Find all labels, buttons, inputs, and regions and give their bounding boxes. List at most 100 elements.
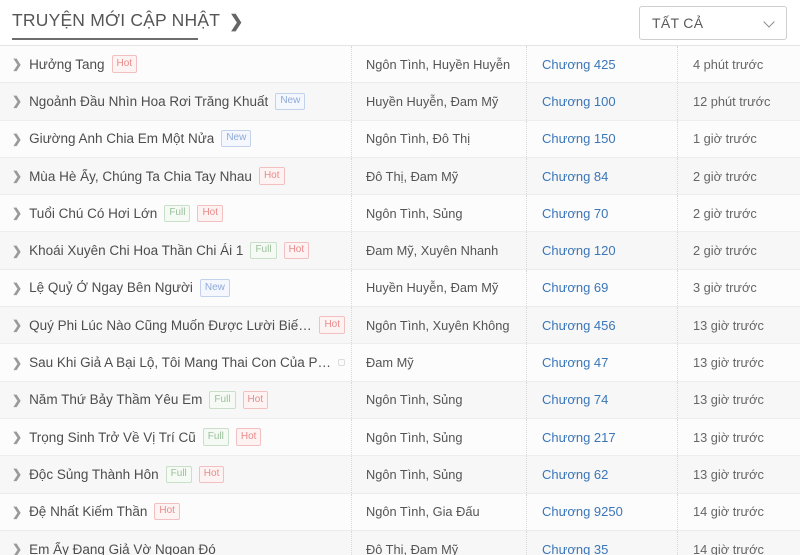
chevron-right-icon: ❯ — [12, 542, 23, 555]
badge-full: Full — [209, 391, 236, 409]
cell-genre: Ngôn Tình, Gia Đấu — [352, 493, 527, 530]
chevron-right-icon: ❯ — [12, 430, 23, 445]
badge-hot: Hot — [111, 55, 138, 73]
table-row[interactable]: ❯ Hưởng Tang Hot Ngôn Tình, Huyền Huyễn Chươ… — [0, 46, 800, 84]
table-row[interactable]: ❯ Em Ấy Đang Giả Vờ Ngoan Đó Đô Thị, Đam M… — [0, 530, 800, 555]
novel-title-link[interactable]: Giường Anh Chia Em Một Nửa — [29, 131, 214, 146]
page-title: TRUYỆN MỚI CẬP NHẬT — [12, 10, 221, 30]
section-header-left[interactable]: TRUYỆN MỚI CẬP NHẬT ❯ — [12, 10, 243, 35]
table-row[interactable]: ❯ Đệ Nhất Kiếm Thần Hot Ngôn Tình, Gia Đấu C… — [0, 493, 800, 531]
cell-chapter: Chương 217 — [527, 418, 678, 456]
badge-full: Full — [165, 465, 192, 484]
chapter-link[interactable]: Chương 425 — [542, 57, 616, 72]
genre-text[interactable]: Đô Thị, Đam Mỹ — [366, 169, 458, 184]
novel-title-link[interactable]: Em Ấy Đang Giả Vờ Ngoan Đó — [29, 542, 216, 555]
chapter-link[interactable]: Chương 120 — [542, 243, 616, 258]
cell-genre: Ngôn Tình, Sủng — [352, 456, 527, 493]
chapter-link[interactable]: Chương 70 — [542, 206, 608, 221]
cell-time: 13 giờ trước — [678, 307, 800, 343]
table-row[interactable]: ❯ Quý Phi Lúc Nào Cũng Muốn Được Lười Biế… — [0, 307, 800, 345]
novel-title-link[interactable]: Quý Phi Lúc Nào Cũng Muốn Được Lười Biến… — [29, 318, 312, 333]
novel-title-link[interactable]: Tuổi Chú Có Hơi Lớn — [29, 206, 157, 221]
chapter-link[interactable]: Chương 35 — [542, 542, 608, 555]
updated-time: 13 giờ trước — [693, 355, 764, 371]
cell-genre: Đam Mỹ — [352, 344, 527, 381]
table-row[interactable]: ❯ Sau Khi Giả A Bại Lộ, Tôi Mang Thai Con… — [0, 344, 800, 382]
chapter-link[interactable]: Chương 84 — [542, 169, 608, 184]
genre-text[interactable]: Đam Mỹ, Xuyên Nhanh — [366, 243, 498, 258]
novel-title-link[interactable]: Độc Sủng Thành Hôn — [29, 467, 159, 482]
badge-new: New — [199, 279, 230, 297]
badge-full: Full — [250, 241, 277, 260]
badge-new: New — [221, 129, 252, 148]
genre-text[interactable]: Huyền Huyễn, Đam Mỹ — [366, 94, 498, 109]
novel-title-link[interactable]: Mùa Hè Ấy, Chúng Ta Chia Tay Nhau — [29, 169, 252, 184]
novel-title-link[interactable]: Đệ Nhất Kiếm Thần — [29, 504, 147, 519]
cell-genre: Ngôn Tình, Sủng — [352, 195, 527, 232]
filter-dropdown[interactable]: TẤT CẢ — [639, 5, 787, 40]
chapter-link[interactable]: Chương 62 — [542, 467, 608, 482]
table-row[interactable]: ❯ Độc Sủng Thành Hôn Full Hot Ngôn Tình, Sủn… — [0, 456, 800, 494]
cell-genre: Đô Thị, Đam Mỹ — [352, 157, 527, 195]
genre-text[interactable]: Ngôn Tình, Gia Đấu — [366, 504, 480, 519]
updated-time: 12 phút trước — [693, 93, 771, 109]
chevron-right-icon: ❯ — [12, 94, 23, 109]
table-row[interactable]: ❯ Ngoảnh Đầu Nhìn Hoa Rơi Trăng Khuất New H… — [0, 83, 800, 121]
table-row[interactable]: ❯ Mùa Hè Ấy, Chúng Ta Chia Tay Nhau Hot Đô … — [0, 157, 800, 196]
chevron-right-icon[interactable]: ❯ — [229, 13, 243, 30]
chapter-link[interactable]: Chương 74 — [542, 392, 608, 407]
cell-time: 14 giờ trước — [678, 531, 800, 555]
genre-text[interactable]: Ngôn Tình, Huyền Huyễn — [366, 57, 510, 72]
table-row[interactable]: ❯ Trọng Sinh Trở Về Vị Trí Cũ Full Hot Ngôn … — [0, 418, 800, 457]
genre-text[interactable]: Ngôn Tình, Sủng — [366, 206, 463, 221]
cell-genre: Huyền Huyễn, Đam Mỹ — [352, 83, 527, 120]
cell-genre: Đô Thị, Đam Mỹ — [352, 530, 527, 555]
cell-time: 12 phút trước — [678, 83, 800, 119]
updates-table: ❯ Hưởng Tang Hot Ngôn Tình, Huyền Huyễn Chươ… — [0, 45, 800, 555]
chapter-link[interactable]: Chương 456 — [542, 318, 616, 333]
cell-chapter: Chương 120 — [527, 232, 678, 269]
novel-title-link[interactable]: Sau Khi Giả A Bại Lộ, Tôi Mang Thai Con … — [29, 355, 331, 370]
chevron-right-icon: ❯ — [12, 467, 23, 482]
cell-chapter: Chương 35 — [527, 530, 678, 555]
genre-text[interactable]: Ngôn Tình, Sủng — [366, 430, 463, 445]
table-row[interactable]: ❯ Giường Anh Chia Em Một Nửa New Ngôn Tình,… — [0, 120, 800, 158]
updated-time: 14 giờ trước — [693, 541, 764, 555]
novel-title-link[interactable]: Trọng Sinh Trở Về Vị Trí Cũ — [29, 430, 196, 445]
genre-text[interactable]: Huyền Huyễn, Đam Mỹ — [366, 280, 498, 295]
chapter-link[interactable]: Chương 100 — [542, 94, 616, 109]
genre-text[interactable]: Ngôn Tình, Đô Thị — [366, 131, 470, 146]
chapter-link[interactable]: Chương 9250 — [542, 504, 623, 519]
cell-chapter: Chương 9250 — [527, 493, 678, 530]
cell-time: 1 giờ trước — [678, 121, 800, 157]
chevron-right-icon: ❯ — [12, 355, 23, 370]
cell-time: 13 giờ trước — [678, 344, 800, 380]
cell-genre: Ngôn Tình, Huyền Huyễn — [352, 46, 527, 83]
table-row[interactable]: ❯ Khoái Xuyên Chi Hoa Thần Chi Ái 1 Full Ho… — [0, 232, 800, 270]
cell-time: 13 giờ trước — [678, 419, 800, 455]
genre-text[interactable]: Ngôn Tình, Xuyên Không — [366, 318, 509, 333]
genre-text[interactable]: Ngôn Tình, Sủng — [366, 467, 463, 482]
novel-title-link[interactable]: Khoái Xuyên Chi Hoa Thần Chi Ái 1 — [29, 243, 243, 258]
cell-title: ❯ Độc Sủng Thành Hôn Full Hot — [0, 456, 352, 493]
updated-time: 13 giờ trước — [693, 466, 764, 482]
genre-text[interactable]: Ngôn Tình, Sủng — [366, 392, 463, 407]
table-row[interactable]: ❯ Năm Thứ Bảy Thầm Yêu Em Full Hot Ngôn Tình… — [0, 381, 800, 419]
chapter-link[interactable]: Chương 217 — [542, 430, 616, 445]
chapter-link[interactable]: Chương 47 — [542, 355, 608, 370]
cell-genre: Huyền Huyễn, Đam Mỹ — [352, 269, 527, 307]
table-row[interactable]: ❯ Tuổi Chú Có Hơi Lớn Full Hot Ngôn Tình, Sủ… — [0, 195, 800, 233]
chevron-right-icon: ❯ — [12, 131, 23, 146]
chevron-right-icon: ❯ — [12, 57, 23, 72]
novel-title-link[interactable]: Năm Thứ Bảy Thầm Yêu Em — [29, 392, 202, 407]
genre-text[interactable]: Đam Mỹ — [366, 355, 414, 370]
novel-title-link[interactable]: Ngoảnh Đầu Nhìn Hoa Rơi Trăng Khuất — [29, 94, 268, 109]
chapter-link[interactable]: Chương 69 — [542, 280, 608, 295]
novel-title-link[interactable]: Hưởng Tang — [29, 57, 104, 72]
chapter-link[interactable]: Chương 150 — [542, 131, 616, 146]
genre-text[interactable]: Đô Thị, Đam Mỹ — [366, 542, 458, 555]
table-row[interactable]: ❯ Lệ Quỷ Ở Ngay Bên Người New Huyền Huyễn, … — [0, 269, 800, 308]
novel-title-link[interactable]: Lệ Quỷ Ở Ngay Bên Người — [29, 280, 193, 295]
updated-time: 14 giờ trước — [693, 504, 764, 520]
title-underline — [12, 38, 198, 40]
